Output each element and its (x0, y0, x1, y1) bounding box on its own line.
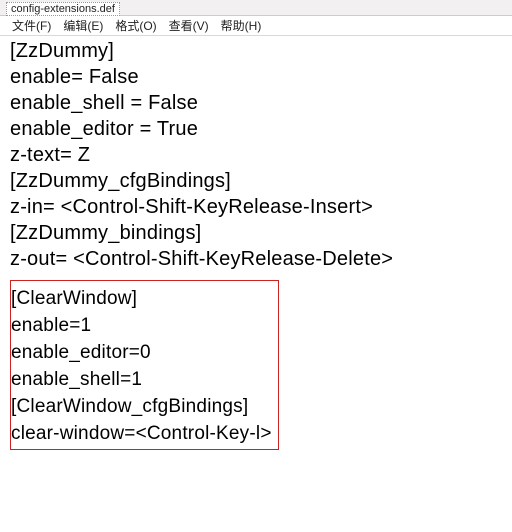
config-line: enable_editor=0 (11, 339, 272, 366)
config-line: z-out= <Control-Shift-KeyRelease-Delete> (10, 246, 512, 272)
menu-format[interactable]: 格式(O) (115, 17, 156, 34)
menu-help[interactable]: 帮助(H) (221, 17, 262, 34)
config-line: z-in= <Control-Shift-KeyRelease-Insert> (10, 194, 512, 220)
config-line: enable_editor = True (10, 116, 512, 142)
title-bar: config-extensions.def (0, 0, 512, 16)
config-line: enable= False (10, 64, 512, 90)
config-line: enable_shell=1 (11, 366, 272, 393)
file-name: config-extensions.def (6, 2, 120, 16)
highlighted-section: [ClearWindow] enable=1 enable_editor=0 e… (10, 280, 279, 450)
section-header: [ZzDummy] (10, 38, 512, 64)
section-subheader: [ClearWindow_cfgBindings] (11, 393, 272, 420)
config-line: clear-window=<Control-Key-l> (11, 420, 272, 447)
editor-content[interactable]: [ZzDummy] enable= False enable_shell = F… (0, 36, 512, 450)
config-line: enable=1 (11, 312, 272, 339)
menu-bar: 文件(F) 编辑(E) 格式(O) 查看(V) 帮助(H) (0, 16, 512, 36)
menu-edit[interactable]: 编辑(E) (63, 17, 103, 34)
menu-file[interactable]: 文件(F) (12, 17, 51, 34)
menu-view[interactable]: 查看(V) (169, 17, 209, 34)
config-line: z-text= Z (10, 142, 512, 168)
section-header: [ClearWindow] (11, 285, 272, 312)
section-subheader: [ZzDummy_bindings] (10, 220, 512, 246)
config-line: enable_shell = False (10, 90, 512, 116)
section-subheader: [ZzDummy_cfgBindings] (10, 168, 512, 194)
